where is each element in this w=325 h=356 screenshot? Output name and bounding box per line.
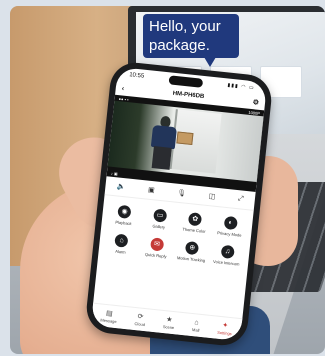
nav-label: Scene xyxy=(162,323,175,330)
device-title: HM-PH6DB xyxy=(172,90,205,101)
feature-gallery[interactable]: ▭ Gallery xyxy=(141,207,179,234)
feature-quick-reply[interactable]: ✉ Quick Reply xyxy=(138,236,176,263)
feature-privacy-mode[interactable]: ◐ Privacy Mode xyxy=(211,215,249,242)
feature-label: Motion Tracking xyxy=(176,255,206,264)
motion-icon: ⊕ xyxy=(185,240,200,256)
back-icon[interactable]: ‹ xyxy=(121,85,124,92)
feature-label: Gallery xyxy=(152,223,166,230)
nav-settings[interactable]: ✦ Settings xyxy=(217,321,233,336)
package-box xyxy=(176,131,194,146)
feature-label: Playback xyxy=(115,219,132,227)
status-icons: ▮▮▮ ◠ ▭ xyxy=(227,82,255,92)
record-icon[interactable]: ◫ xyxy=(208,192,215,201)
feature-label: Privacy Mode xyxy=(217,230,242,238)
snapshot-icon[interactable]: ▣ xyxy=(148,186,155,195)
playback-icon: ◉ xyxy=(117,204,132,220)
nav-message[interactable]: ▤ Message xyxy=(100,309,118,324)
alarm-icon: ⌂ xyxy=(114,233,129,248)
speech-bubble: Hello, your package. xyxy=(143,14,239,58)
palette-icon: ✿ xyxy=(188,212,203,227)
nav-cloud[interactable]: ⟳ Cloud xyxy=(134,313,146,327)
feature-theme-color[interactable]: ✿ Theme Color xyxy=(176,211,214,238)
feature-motion-tracking[interactable]: ⊕ Motion Tracking xyxy=(173,240,211,267)
feature-label: Theme Color xyxy=(182,226,206,234)
feature-playback[interactable]: ◉ Playback xyxy=(105,204,143,231)
nav-mall[interactable]: ⌂ Mall xyxy=(192,319,201,333)
dynamic-island xyxy=(168,74,204,88)
quick-reply-icon: ✉ xyxy=(149,237,165,252)
fullscreen-icon[interactable]: ⤢ xyxy=(237,195,244,204)
privacy-icon: ◐ xyxy=(223,215,238,231)
speech-bubble-line1: Hello, your xyxy=(149,18,221,35)
speech-bubble-line2: package. xyxy=(149,37,210,54)
nav-label: Cloud xyxy=(134,320,146,327)
settings-icon[interactable]: ⚙ xyxy=(252,98,259,107)
phone-screen: 10:55 ▮▮▮ ◠ ▭ ‹ HM-PH6DB ⚙ ●● ▪ ▪ 1080P … xyxy=(90,66,268,342)
feature-label: Quick Reply xyxy=(144,251,167,259)
feature-label: Alarm xyxy=(114,248,126,255)
video-status: ●● ▪ ▪ xyxy=(118,96,129,103)
nav-label: Message xyxy=(100,316,117,324)
intercom-icon: ♫ xyxy=(220,244,235,259)
nav-label: Settings xyxy=(217,329,233,336)
gallery-icon: ▭ xyxy=(152,208,168,223)
microphone-icon[interactable]: 🎙 xyxy=(177,189,187,198)
nav-label: Mall xyxy=(191,326,200,333)
live-video[interactable]: ●● ▪ ▪ 1080P ♪ ▣ xyxy=(106,94,265,192)
nav-scene[interactable]: ★ Scene xyxy=(163,316,176,330)
feature-alarm[interactable]: ⌂ Alarm xyxy=(102,232,140,259)
status-time: 10:55 xyxy=(128,72,145,80)
video-overlay-bottom[interactable]: ♪ ▣ xyxy=(111,171,118,177)
video-quality[interactable]: 1080P xyxy=(248,110,260,116)
smartphone: 10:55 ▮▮▮ ◠ ▭ ‹ HM-PH6DB ⚙ ●● ▪ ▪ 1080P … xyxy=(84,60,274,348)
speech-bubble-tail xyxy=(204,57,216,67)
feature-voice-intercom[interactable]: ♫ Voice Intercom xyxy=(208,244,246,271)
speaker-icon[interactable]: 🔈 xyxy=(116,182,126,191)
feature-label: Voice Intercom xyxy=(212,258,240,267)
